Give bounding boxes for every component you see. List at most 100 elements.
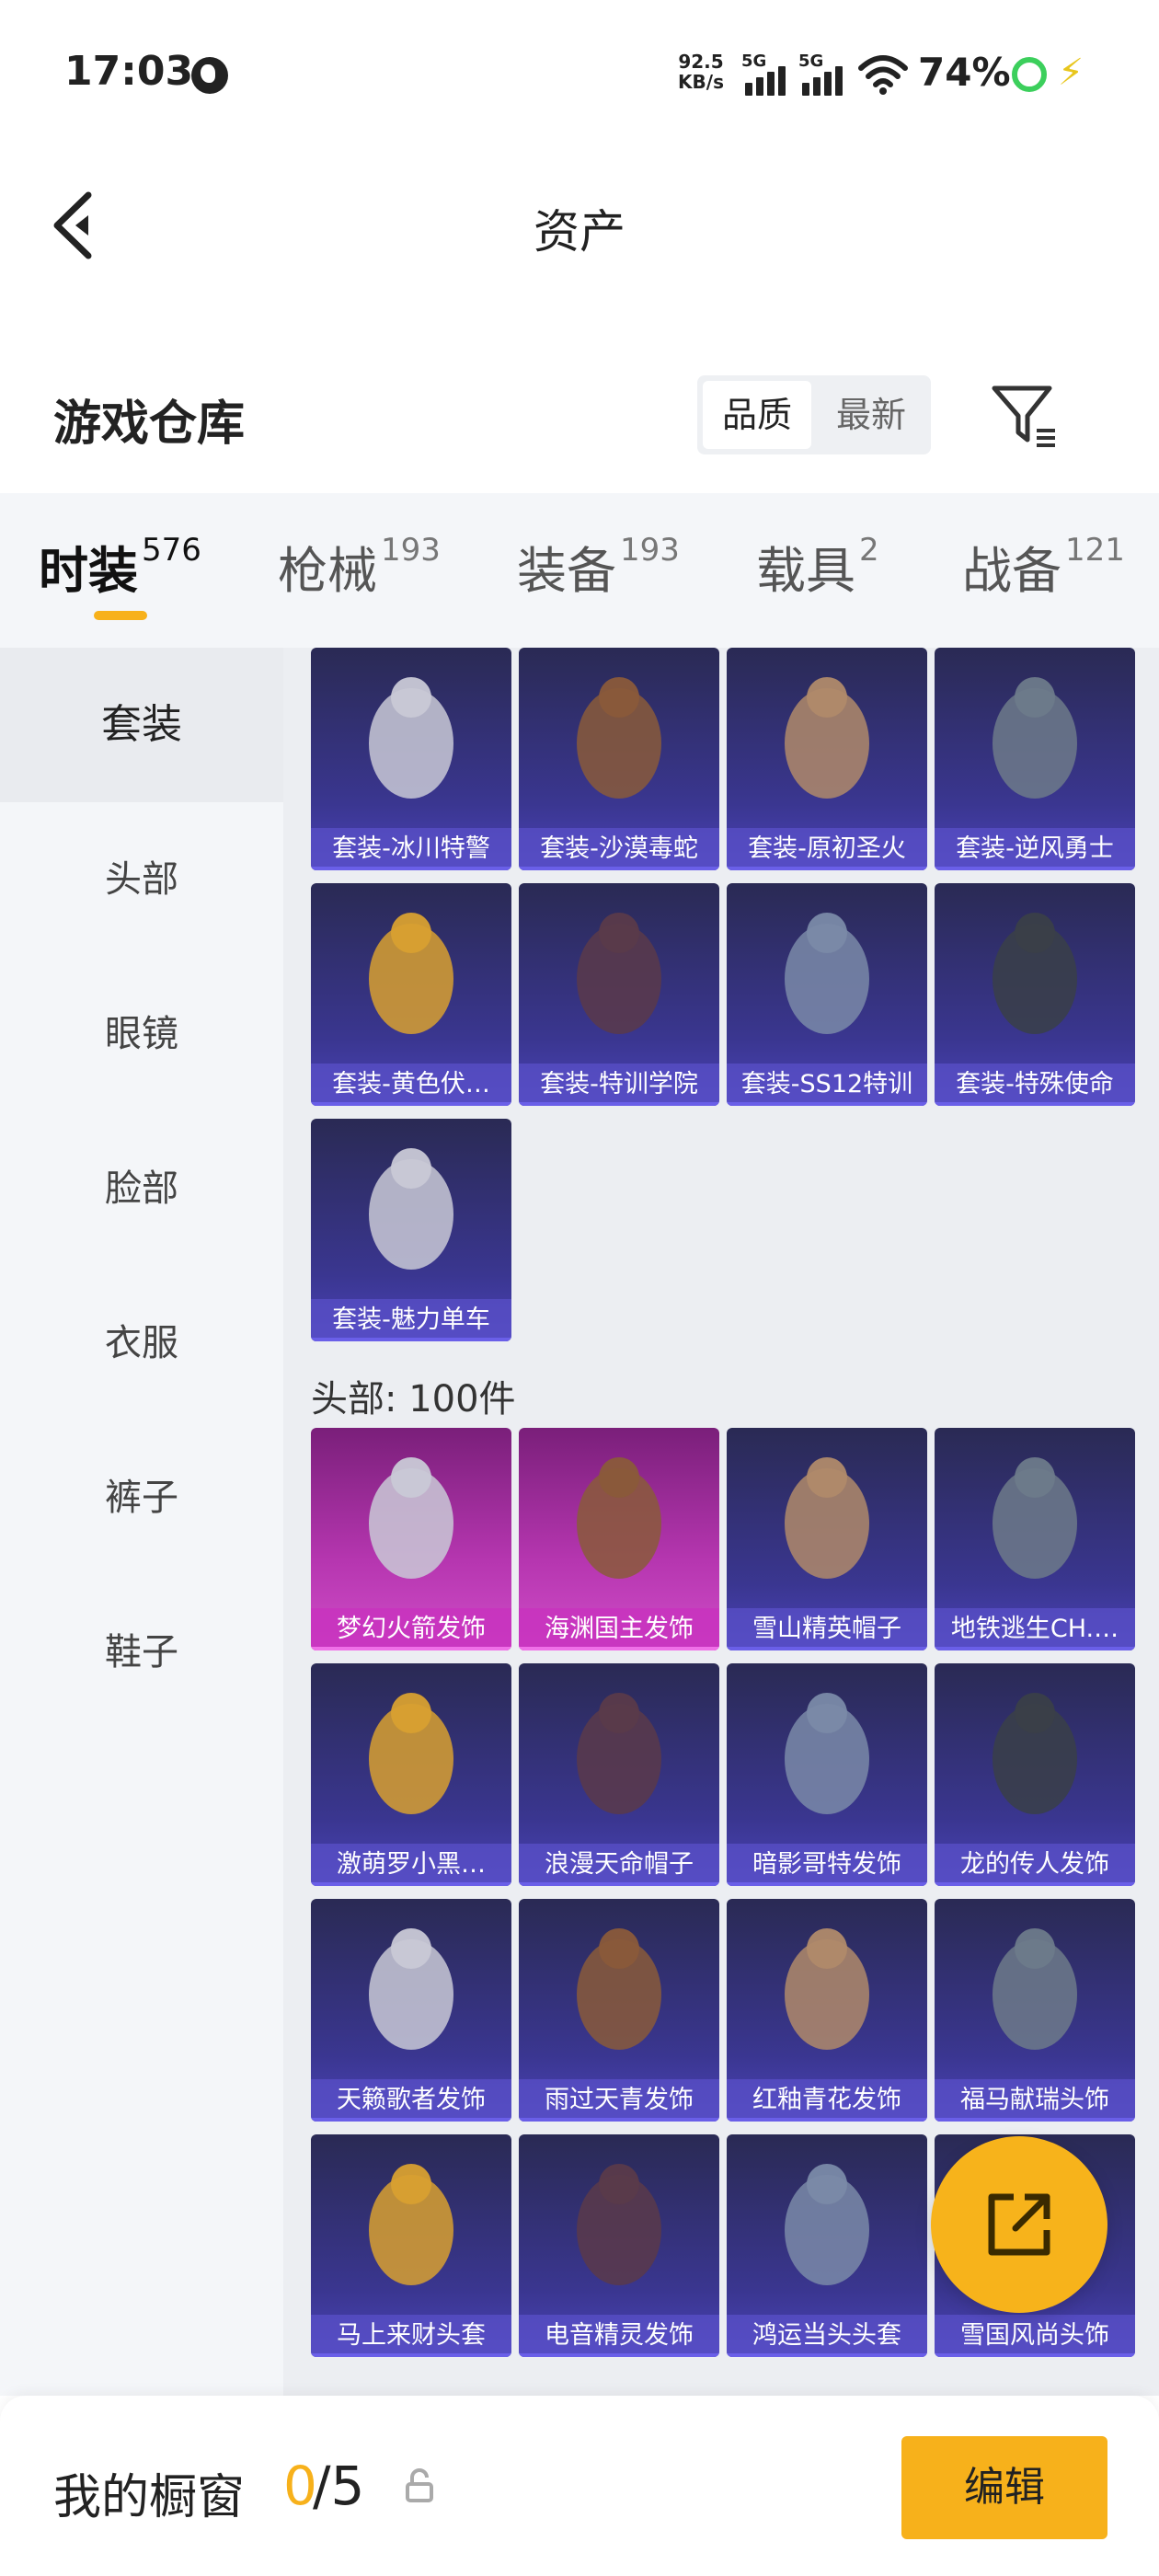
item-grid: 套装-冰川特警 套装-沙漠毒蛇 套装-原初圣火 套装-逆风勇士套装-黄色伏… 套装-特训…	[283, 648, 1159, 2396]
head-item-card[interactable]: 鸿运当头头套	[727, 2134, 927, 2357]
sidebar-item-glasses[interactable]: 眼镜	[0, 957, 283, 1111]
suit-card[interactable]: 套装-特训学院	[519, 883, 719, 1106]
page-title: 资产	[534, 205, 625, 259]
share-button[interactable]	[931, 2136, 1107, 2313]
head-item-name: 梦幻火箭发饰	[311, 1608, 511, 1650]
suit-name: 套装-黄色伏…	[311, 1064, 511, 1106]
head-item-thumbnail	[369, 1457, 453, 1579]
suit-name: 套装-特殊使命	[935, 1064, 1135, 1106]
head-item-name: 马上来财头套	[311, 2315, 511, 2357]
sidebar-item-shoes[interactable]: 鞋子	[0, 1575, 283, 1730]
tab-count: 193	[620, 532, 680, 569]
head-item-thumbnail	[369, 2164, 453, 2285]
head-item-card[interactable]: 马上来财头套	[311, 2134, 511, 2357]
head-item-card[interactable]: 地铁逃生CH.…	[935, 1428, 1135, 1650]
suit-thumbnail	[785, 677, 869, 799]
battery-ring-icon	[1012, 57, 1047, 92]
sidebar-item-clothes[interactable]: 衣服	[0, 1266, 283, 1420]
sidebar: 套装 头部 眼镜 脸部 衣服 裤子 鞋子	[0, 648, 283, 2396]
head-item-thumbnail	[369, 1928, 453, 2050]
filter-icon[interactable]	[989, 379, 1062, 453]
head-item-name: 浪漫天命帽子	[519, 1844, 719, 1886]
share-icon	[988, 2193, 1050, 2256]
suit-card[interactable]: 套装-原初圣火	[727, 648, 927, 870]
head-item-card[interactable]: 海渊国主发饰	[519, 1428, 719, 1650]
sort-latest-button[interactable]: 最新	[817, 381, 925, 449]
category-tabs: 时装 576 枪械 193 装备 193 载具 2 战备 121	[0, 493, 1159, 648]
suit-card[interactable]: 套装-冰川特警	[311, 648, 511, 870]
active-tab-indicator	[94, 611, 147, 620]
suit-thumbnail	[993, 913, 1077, 1034]
globe-icon	[191, 57, 228, 94]
showcase-total-count: /5	[313, 2455, 365, 2517]
head-item-card[interactable]: 天籁歌者发饰	[311, 1899, 511, 2122]
edit-button[interactable]: 编辑	[901, 2436, 1107, 2539]
sidebar-item-face[interactable]: 脸部	[0, 1111, 283, 1266]
lock-icon	[406, 2468, 433, 2502]
head-item-thumbnail	[993, 1457, 1077, 1579]
tab-label: 枪械	[278, 542, 377, 600]
suit-card[interactable]: 套装-黄色伏…	[311, 883, 511, 1106]
tab-count: 576	[142, 532, 201, 569]
head-item-thumbnail	[785, 2164, 869, 2285]
sidebar-item-head[interactable]: 头部	[0, 802, 283, 957]
signal-icon: 5G	[741, 50, 797, 96]
tab-vehicles[interactable]: 载具 2	[756, 530, 879, 603]
head-item-name: 天籁歌者发饰	[311, 2079, 511, 2122]
head-item-name: 红釉青花发饰	[727, 2079, 927, 2122]
suit-thumbnail	[993, 677, 1077, 799]
head-item-name: 雪国风尚头饰	[935, 2315, 1135, 2357]
charging-bolt-icon: ⚡	[1058, 52, 1084, 94]
head-item-thumbnail	[577, 1928, 661, 2050]
signal-label: 5G	[798, 52, 824, 71]
suit-name: 套装-冰川特警	[311, 828, 511, 870]
tab-fashion[interactable]: 时装 576	[39, 530, 201, 603]
suit-name: 套装-原初圣火	[727, 828, 927, 870]
head-item-card[interactable]: 激萌罗小黑…	[311, 1663, 511, 1886]
head-item-thumbnail	[785, 1928, 869, 2050]
tab-equipment[interactable]: 装备 193	[517, 530, 680, 603]
head-item-card[interactable]: 福马献瑞头饰	[935, 1899, 1135, 2122]
suit-thumbnail	[369, 1148, 453, 1270]
head-item-card[interactable]: 浪漫天命帽子	[519, 1663, 719, 1886]
suit-thumbnail	[369, 677, 453, 799]
sidebar-item-suits[interactable]: 套装	[0, 648, 283, 802]
head-item-thumbnail	[577, 1457, 661, 1579]
head-item-name: 雪山精英帽子	[727, 1608, 927, 1650]
head-item-card[interactable]: 暗影哥特发饰	[727, 1663, 927, 1886]
tab-battle-gear[interactable]: 战备 121	[962, 530, 1125, 603]
head-item-name: 鸿运当头头套	[727, 2315, 927, 2357]
head-item-name: 激萌罗小黑…	[311, 1844, 511, 1886]
signal-icon: 5G	[798, 50, 854, 96]
head-item-card[interactable]: 雨过天青发饰	[519, 1899, 719, 2122]
suit-card[interactable]: 套装-特殊使命	[935, 883, 1135, 1106]
tab-label: 战备	[962, 542, 1061, 600]
head-item-card[interactable]: 雪山精英帽子	[727, 1428, 927, 1650]
head-item-card[interactable]: 红釉青花发饰	[727, 1899, 927, 2122]
head-item-thumbnail	[577, 1693, 661, 1814]
head-item-name: 龙的传人发饰	[935, 1844, 1135, 1886]
head-item-card[interactable]: 龙的传人发饰	[935, 1663, 1135, 1886]
sort-quality-button[interactable]: 品质	[703, 381, 811, 449]
head-group-title: 头部: 100件	[311, 1378, 516, 1420]
suit-card[interactable]: 套装-沙漠毒蛇	[519, 648, 719, 870]
suit-card[interactable]: 套装-SS12特训	[727, 883, 927, 1106]
suit-name: 套装-SS12特训	[727, 1064, 927, 1106]
head-item-name: 福马献瑞头饰	[935, 2079, 1135, 2122]
suit-thumbnail	[369, 913, 453, 1034]
wifi-icon	[858, 55, 908, 95]
head-item-card[interactable]: 电音精灵发饰	[519, 2134, 719, 2357]
tab-guns[interactable]: 枪械 193	[278, 530, 441, 603]
head-item-name: 电音精灵发饰	[519, 2315, 719, 2357]
suit-card[interactable]: 套装-魅力单车	[311, 1119, 511, 1341]
sort-toggle: 品质 最新	[697, 375, 931, 454]
sidebar-item-pants[interactable]: 裤子	[0, 1420, 283, 1575]
suit-card[interactable]: 套装-逆风勇士	[935, 648, 1135, 870]
head-item-card[interactable]: 梦幻火箭发饰	[311, 1428, 511, 1650]
tab-label: 装备	[517, 542, 616, 600]
battery-level: 74%	[918, 50, 1011, 95]
suit-name: 套装-沙漠毒蛇	[519, 828, 719, 870]
suit-thumbnail	[785, 913, 869, 1034]
head-item-name: 地铁逃生CH.…	[935, 1608, 1135, 1650]
suit-thumbnail	[577, 677, 661, 799]
